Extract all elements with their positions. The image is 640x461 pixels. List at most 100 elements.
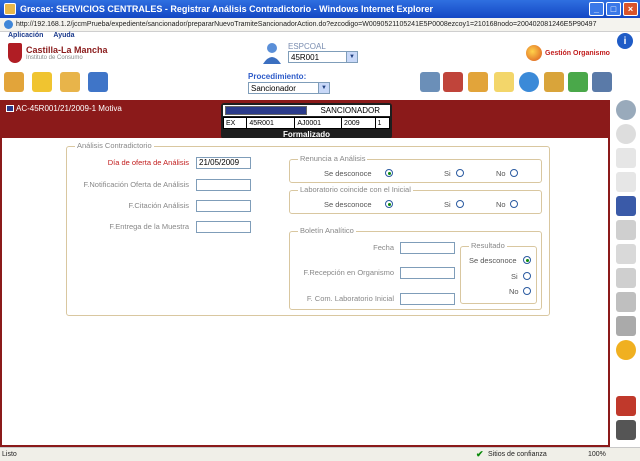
gestion-organismo-link[interactable]: Gestión Organismo xyxy=(526,45,610,61)
dia-label: Día de oferta de Análisis xyxy=(107,158,189,167)
puzzle-icon[interactable] xyxy=(568,72,588,92)
resultado-no-label: No xyxy=(509,287,519,296)
laboratorio-si-label: Si xyxy=(444,200,451,209)
crest-icon xyxy=(8,43,22,63)
exit-icon[interactable] xyxy=(616,396,636,416)
sanc-cell: EX xyxy=(222,117,248,129)
computer-icon[interactable] xyxy=(88,72,108,92)
user-icon xyxy=(263,43,281,64)
resultado-desconoce-label: Se desconoce xyxy=(469,256,517,265)
print-icon[interactable] xyxy=(616,316,636,336)
right-toolbar xyxy=(612,100,640,446)
document-icon[interactable] xyxy=(616,148,636,168)
maximize-button[interactable]: □ xyxy=(606,2,621,16)
minimize-button[interactable]: _ xyxy=(589,2,604,16)
close-button[interactable]: × xyxy=(623,2,638,16)
procedimiento-label: Procedimiento: xyxy=(248,72,307,81)
globe-icon[interactable] xyxy=(519,72,539,92)
laboratorio-si-radio[interactable] xyxy=(456,200,464,208)
renuncia-si-radio[interactable] xyxy=(456,169,464,177)
documents-icon[interactable] xyxy=(616,172,636,192)
laboratorio-fieldset: Laboratorio coincide con el Inicial Se d… xyxy=(289,185,542,214)
content-frame: Análisis Contradictorio Día de oferta de… xyxy=(0,138,610,447)
zone-text: Sitios de confianza xyxy=(488,451,547,458)
laptop-icon[interactable] xyxy=(420,72,440,92)
app-header: Castilla-La Mancha Instituto de Consumo … xyxy=(0,41,610,69)
menu-ayuda[interactable]: Ayuda xyxy=(53,32,74,41)
cut-icon[interactable] xyxy=(616,220,636,240)
user-select-value: 45R001 xyxy=(291,52,320,62)
check-icon: ✔ xyxy=(476,449,484,459)
procedimiento-value: Sancionador xyxy=(251,83,296,93)
ie-app-icon xyxy=(4,3,16,15)
security-zone[interactable]: ✔ Sitios de confianza xyxy=(476,450,547,459)
renuncia-legend: Renuncia a Análisis xyxy=(298,154,368,163)
recepcion-input[interactable] xyxy=(400,267,455,279)
notif-input[interactable] xyxy=(196,179,251,191)
address-bar[interactable]: http://192.168.1.2/jccmPrueba/expediente… xyxy=(0,18,640,32)
fecha-input[interactable] xyxy=(400,242,455,254)
copy-icon[interactable] xyxy=(616,244,636,264)
renuncia-fieldset: Renuncia a Análisis Se desconoce Si No xyxy=(289,154,542,183)
menu-bar: Aplicación Ayuda xyxy=(0,32,640,41)
tools-icon[interactable] xyxy=(4,72,24,92)
archive-icon[interactable] xyxy=(468,72,488,92)
citacion-label: F.Citación Análisis xyxy=(128,201,189,210)
window-title: Grecae: SERVICIOS CENTRALES - Registrar … xyxy=(20,4,433,14)
tools-icon[interactable] xyxy=(616,420,636,440)
back-icon[interactable] xyxy=(616,124,636,144)
page-icon xyxy=(4,20,13,29)
renuncia-no-radio[interactable] xyxy=(510,169,518,177)
laboratorio-no-label: No xyxy=(496,200,506,209)
search-icon[interactable] xyxy=(616,100,636,120)
boletin-legend: Boletín Analítico xyxy=(298,226,356,235)
status-bar: Listo ✔ Sitios de confianza 100% xyxy=(0,447,640,461)
menu-aplicacion[interactable]: Aplicación xyxy=(8,32,43,41)
notif-label: F.Notificación Oferta de Análisis xyxy=(83,180,189,189)
resultado-no-radio[interactable] xyxy=(523,287,531,295)
sanc-cell: AJ0001 xyxy=(294,117,343,129)
recepcion-label: F.Recepción en Organismo xyxy=(303,268,394,277)
resultado-si-radio[interactable] xyxy=(523,272,531,280)
dia-input[interactable]: 21/05/2009 xyxy=(196,157,251,169)
com-input[interactable] xyxy=(400,293,455,305)
logo-name: Castilla-La Mancha xyxy=(26,45,108,55)
boletin-fieldset: Boletín Analítico Fecha F.Recepción en O… xyxy=(289,226,542,310)
organismo-icon xyxy=(526,45,542,61)
gear-icon[interactable] xyxy=(616,340,636,360)
zoom-text: 100% xyxy=(588,451,606,458)
record-icon xyxy=(225,106,307,115)
settings-icon[interactable] xyxy=(592,72,612,92)
record-icon xyxy=(6,105,14,112)
stack-icon[interactable] xyxy=(616,292,636,312)
resultado-desconoce-radio[interactable] xyxy=(523,256,531,264)
analisis-legend: Análisis Contradictorio xyxy=(75,141,154,150)
books-icon[interactable] xyxy=(443,72,463,92)
folder-person-icon[interactable] xyxy=(32,72,52,92)
procedimiento-select[interactable]: Sancionador ▼ xyxy=(248,82,330,94)
save-icon[interactable] xyxy=(616,196,636,216)
laboratorio-no-radio[interactable] xyxy=(510,200,518,208)
envelope-icon[interactable] xyxy=(494,72,514,92)
laboratorio-desconoce-radio[interactable] xyxy=(385,200,393,208)
url-text: http://192.168.1.2/jccmPrueba/expediente… xyxy=(16,21,597,28)
entrega-input[interactable] xyxy=(196,221,251,233)
user-block: ESPCOAL 45R001 ▼ xyxy=(262,42,358,64)
motiva-title: AC-45R001/21/2009-1 Motiva xyxy=(6,104,122,113)
laboratorio-legend: Laboratorio coincide con el Inicial xyxy=(298,185,413,194)
chevron-down-icon: ▼ xyxy=(346,52,357,62)
user-select[interactable]: 45R001 ▼ xyxy=(288,51,358,63)
sanc-title: SANCIONADOR xyxy=(320,106,381,115)
folder-icon[interactable] xyxy=(60,72,80,92)
laboratorio-desconoce-label: Se desconoce xyxy=(324,200,372,209)
renuncia-desconoce-radio[interactable] xyxy=(385,169,393,177)
zoom-control[interactable]: 100% xyxy=(588,451,606,458)
paste-icon[interactable] xyxy=(616,268,636,288)
sanc-table: EX 45R001 AJ0001 2009 1 xyxy=(222,117,390,129)
citacion-input[interactable] xyxy=(196,200,251,212)
sanc-cell: 45R001 xyxy=(246,117,296,129)
info-icon[interactable]: i xyxy=(617,33,633,49)
window-title-bar: Grecae: SERVICIOS CENTRALES - Registrar … xyxy=(0,0,640,18)
search-doc-icon[interactable] xyxy=(544,72,564,92)
resultado-si-label: Si xyxy=(511,272,518,281)
